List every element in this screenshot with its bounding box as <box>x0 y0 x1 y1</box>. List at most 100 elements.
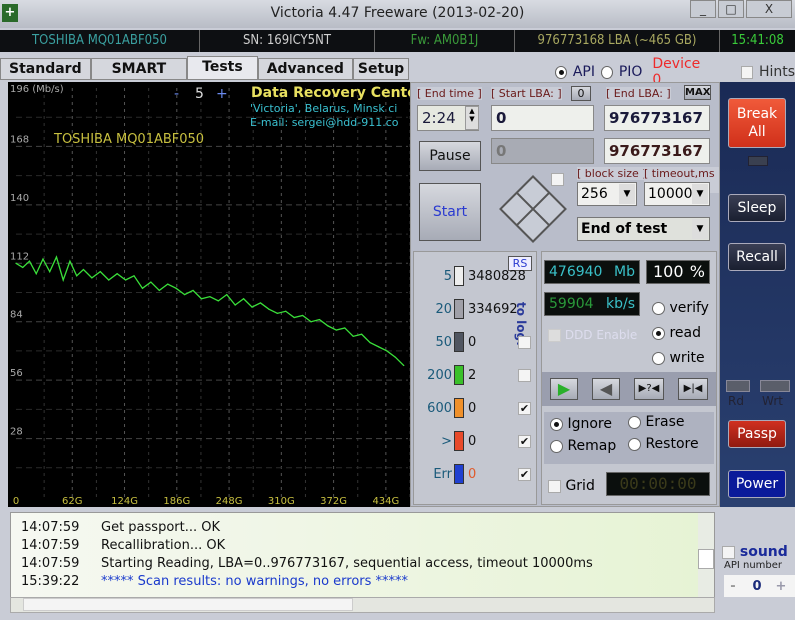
grid-checkbox[interactable] <box>548 479 561 493</box>
speed-data-point <box>42 258 44 260</box>
to-log-checkbox[interactable] <box>518 336 531 349</box>
x-tick-label: 372G <box>320 496 347 507</box>
start-lba-input[interactable]: 0 <box>491 105 594 131</box>
dpad-checkbox[interactable] <box>551 173 564 186</box>
maximize-button[interactable]: □ <box>718 0 744 18</box>
block-stat-row: 600 0 ✔ <box>414 398 534 420</box>
log-time: 14:07:59 <box>21 520 80 535</box>
speed-data-point <box>310 321 312 323</box>
speed-data-point <box>150 281 152 283</box>
speed-data-point <box>285 310 287 312</box>
tab-advanced[interactable]: Advanced <box>257 58 353 80</box>
speed-data-point <box>243 298 245 300</box>
remap-label: Remap <box>567 438 617 454</box>
speed-data-point <box>209 296 211 298</box>
remap-option[interactable]: Remap <box>550 438 616 454</box>
recall-button[interactable]: Recall <box>728 243 786 271</box>
block-size-select[interactable]: 256 ▼ <box>577 182 637 206</box>
start-button[interactable]: Start <box>419 183 481 241</box>
to-log-checkbox[interactable]: ✔ <box>518 402 531 415</box>
x-tick-label: 248G <box>216 496 243 507</box>
restore-radio[interactable] <box>628 437 641 451</box>
write-option[interactable]: write <box>652 346 709 371</box>
api-number-label: API number <box>724 560 783 571</box>
speed-data-point <box>377 346 380 348</box>
timeout-select[interactable]: 10000 ▼ <box>644 182 710 206</box>
api-number-decrement[interactable]: - <box>724 579 742 594</box>
stat-color-swatch <box>454 398 464 418</box>
end-action-select[interactable]: End of test ▼ <box>577 217 710 241</box>
passp-button[interactable]: Passp <box>728 420 786 448</box>
log-message: Recallibration... OK <box>101 538 226 553</box>
remap-radio[interactable] <box>550 439 563 453</box>
stat-color-swatch <box>454 332 464 352</box>
stat-color-swatch <box>454 464 464 484</box>
clock: 15:41:08 <box>731 33 784 48</box>
speed-data-point <box>108 279 110 281</box>
to-log-checkbox[interactable] <box>518 369 531 382</box>
tab-smart[interactable]: SMART <box>90 58 188 80</box>
tab-tests[interactable]: Tests <box>187 56 258 80</box>
butterfly-button[interactable]: ▶|◀ <box>678 378 708 400</box>
tab-setup[interactable]: Setup <box>352 58 410 80</box>
erase-radio[interactable] <box>628 415 641 429</box>
erase-option[interactable]: Erase <box>628 414 685 430</box>
max-button[interactable]: MAX <box>684 85 711 100</box>
speed-data-point <box>352 335 354 337</box>
play-backward-button[interactable]: ◀ <box>592 378 620 400</box>
speed-data-point <box>124 279 127 281</box>
close-button[interactable]: X <box>746 0 792 18</box>
ignore-option[interactable]: Ignore <box>550 416 612 432</box>
to-log-checkbox[interactable]: ✔ <box>518 435 531 448</box>
scale-plus-button[interactable]: + <box>216 86 228 102</box>
end-lba-input[interactable]: 976773167 <box>604 105 710 131</box>
scale-minus-button[interactable]: - <box>174 86 179 102</box>
speed-data-point <box>55 256 58 258</box>
log-horizontal-scrollbar[interactable] <box>10 597 715 613</box>
random-seek-button[interactable]: ▶?◀ <box>634 378 664 400</box>
api-radio[interactable] <box>555 65 567 79</box>
log-hscroll-thumb[interactable] <box>23 598 353 611</box>
minimize-button[interactable]: _ <box>690 0 716 18</box>
speed-data-point <box>259 302 262 304</box>
stat-color-swatch <box>454 431 464 451</box>
to-log-checkbox[interactable]: ✔ <box>518 468 531 481</box>
read-option[interactable]: read <box>652 321 709 346</box>
speed-display: 59904 kb/s <box>544 292 640 316</box>
ddd-enable-checkbox[interactable] <box>548 329 561 342</box>
write-label: write <box>669 350 705 366</box>
right-sidebar: Break All Sleep Recall Rd Wrt Passp Powe… <box>720 82 795 507</box>
api-number-increment[interactable]: + <box>772 579 790 594</box>
chevron-down-icon: ▼ <box>692 219 708 239</box>
power-button[interactable]: Power <box>728 470 786 498</box>
sleep-button[interactable]: Sleep <box>728 194 786 222</box>
speed-data-point <box>200 298 203 300</box>
sound-checkbox[interactable] <box>722 545 735 559</box>
log-time: 14:07:59 <box>21 556 80 571</box>
log-scroll-thumb[interactable] <box>698 549 714 569</box>
verify-option[interactable]: verify <box>652 296 709 321</box>
grid-option[interactable]: Grid <box>548 478 595 494</box>
break-all-button[interactable]: Break All <box>728 98 786 148</box>
pause-button[interactable]: Pause <box>419 141 481 171</box>
api-number-value[interactable]: 0 <box>742 579 772 594</box>
write-radio[interactable] <box>652 351 665 365</box>
tab-standard[interactable]: Standard <box>0 58 91 80</box>
hints-checkbox[interactable] <box>741 65 753 79</box>
start-lba-zero-button[interactable]: 0 <box>571 86 591 101</box>
restore-option[interactable]: Restore <box>628 436 699 452</box>
activity-indicator <box>748 156 768 166</box>
log-vertical-scrollbar[interactable] <box>698 513 714 597</box>
speed-data-point <box>327 325 329 327</box>
percent-unit: % <box>689 262 705 281</box>
playback-bar: ▶ ◀ ▶?◀ ▶|◀ <box>542 372 716 406</box>
pio-radio[interactable] <box>600 65 613 79</box>
ignore-radio[interactable] <box>550 417 563 431</box>
end-time-spinner[interactable]: ▲ ▼ <box>465 106 479 130</box>
x-tick-label: 124G <box>111 496 138 507</box>
read-radio[interactable] <box>652 326 665 340</box>
verify-radio[interactable] <box>652 301 665 315</box>
ddd-enable-option[interactable]: DDD Enable <box>548 328 637 342</box>
play-forward-button[interactable]: ▶ <box>550 378 578 400</box>
log-entry: 14:07:59 Starting Reading, LBA=0..9767731… <box>11 555 714 573</box>
